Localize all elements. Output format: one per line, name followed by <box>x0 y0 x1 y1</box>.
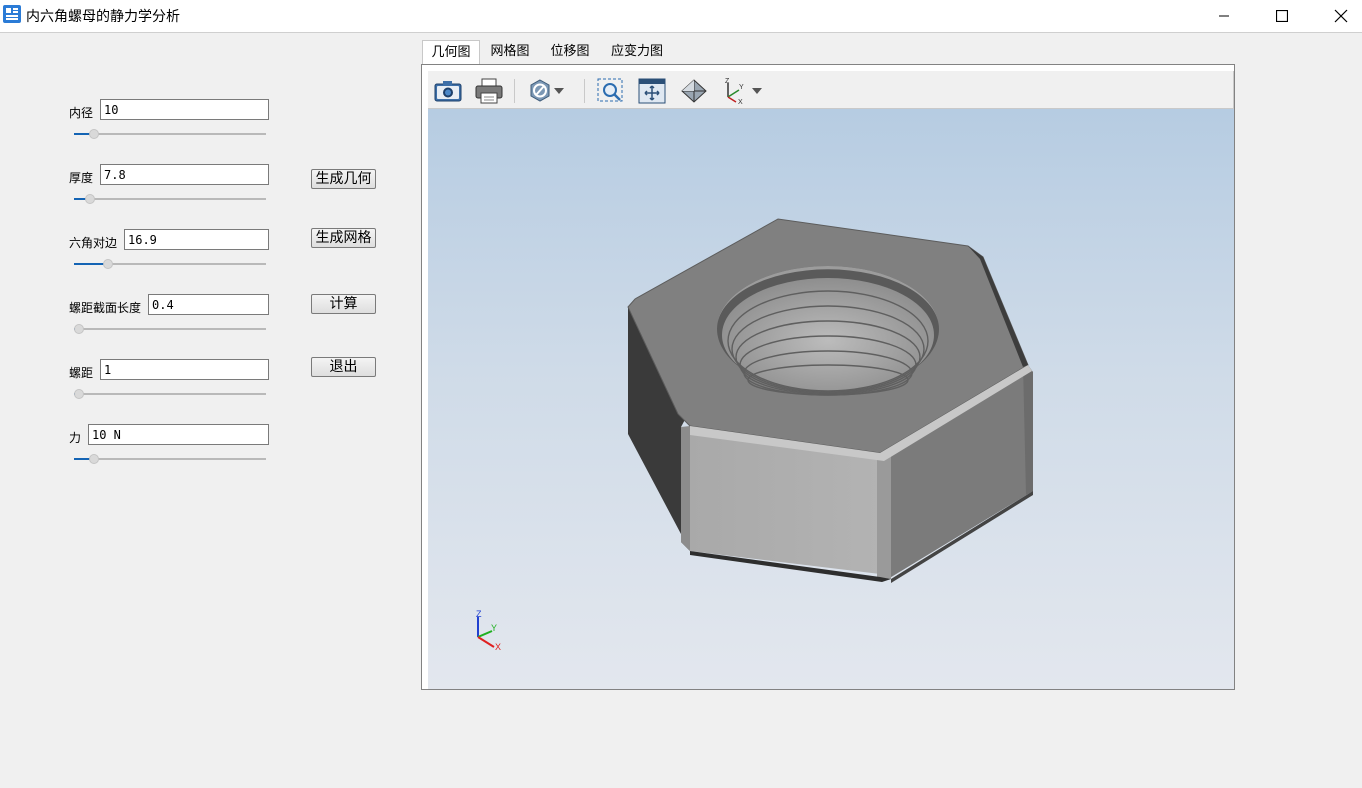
triad-x-label: X <box>495 642 501 652</box>
triad-y-axis <box>477 630 493 638</box>
maximize-button[interactable] <box>1259 0 1305 32</box>
viewer-toolbar: Z Y X <box>428 71 1234 109</box>
fit-all-icon <box>638 78 666 104</box>
hex-flats-input[interactable] <box>124 229 269 250</box>
tab-displacement[interactable]: 位移图 <box>542 40 598 64</box>
chevron-down-icon <box>752 88 762 94</box>
fit-all-button[interactable] <box>636 76 668 106</box>
force-input[interactable] <box>88 424 269 445</box>
exit-button[interactable]: 退出 <box>311 357 376 377</box>
slider-thumb[interactable] <box>84 194 95 204</box>
slider-thumb[interactable] <box>74 389 84 399</box>
display-mode-dropdown[interactable] <box>552 76 566 106</box>
tab-geometry[interactable]: 几何图 <box>422 40 480 64</box>
triad-z-label: Z <box>476 609 482 619</box>
print-button[interactable] <box>473 76 505 106</box>
svg-text:Y: Y <box>739 84 744 91</box>
slider-thumb[interactable] <box>88 129 99 139</box>
close-icon <box>1334 9 1348 23</box>
slider-thumb[interactable] <box>88 454 99 464</box>
chevron-down-icon <box>554 88 564 94</box>
tab-strain-stress[interactable]: 应变力图 <box>605 40 669 64</box>
inner-diameter-input[interactable] <box>100 99 269 120</box>
pitch-input[interactable] <box>100 359 269 380</box>
minimize-icon <box>1219 15 1229 17</box>
maximize-icon <box>1276 10 1288 22</box>
triad-y-label: Y <box>491 623 497 633</box>
zoom-window-icon <box>597 78 623 102</box>
app-icon <box>3 5 21 23</box>
close-button[interactable] <box>1318 0 1362 32</box>
inner-diameter-label: 内径 <box>69 106 94 120</box>
tab-mesh[interactable]: 网格图 <box>482 40 538 64</box>
screenshot-button[interactable] <box>432 76 464 106</box>
view-diamond-button[interactable] <box>678 76 710 106</box>
triad-x-axis <box>477 636 495 648</box>
force-slider[interactable] <box>74 453 266 465</box>
window-title: 内六角螺母的静力学分析 <box>26 9 180 25</box>
thickness-input[interactable] <box>100 164 269 185</box>
svg-text:X: X <box>738 99 743 105</box>
slider-thumb[interactable] <box>74 324 84 334</box>
camera-icon <box>434 81 462 102</box>
thread-section-length-input[interactable] <box>148 294 269 315</box>
title-bar: 内六角螺母的静力学分析 <box>0 0 1362 33</box>
minimize-button[interactable] <box>1201 0 1247 32</box>
hex-flats-slider[interactable] <box>74 258 266 270</box>
print-icon <box>475 78 503 104</box>
axes-view-icon: Z Y X <box>725 78 744 105</box>
view-diamond-icon <box>681 79 707 103</box>
thread-section-length-label: 螺距截面长度 <box>69 301 142 315</box>
hex-nut-model <box>627 218 1033 583</box>
thickness-label: 厚度 <box>69 171 94 185</box>
pitch-label: 螺距 <box>69 366 94 380</box>
thread-section-length-slider[interactable] <box>74 323 266 335</box>
3d-viewer[interactable]: Z Y X Z Y X <box>421 64 1235 690</box>
zoom-window-button[interactable] <box>595 76 627 106</box>
axis-triad: Z Y X <box>476 609 501 652</box>
3d-scene[interactable]: Z Y X <box>428 109 1234 689</box>
compute-button[interactable]: 计算 <box>311 294 376 314</box>
thickness-slider[interactable] <box>74 193 266 205</box>
generate-mesh-button[interactable]: 生成网格 <box>311 228 376 248</box>
generate-geometry-button[interactable]: 生成几何 <box>311 169 376 189</box>
pitch-slider[interactable] <box>74 388 266 400</box>
hex-flats-label: 六角对边 <box>69 236 118 250</box>
force-label: 力 <box>69 431 82 445</box>
svg-text:Z: Z <box>725 78 730 85</box>
inner-diameter-slider[interactable] <box>74 128 266 140</box>
axes-view-button[interactable]: Z Y X <box>718 76 750 106</box>
axes-view-dropdown[interactable] <box>750 76 764 106</box>
slider-thumb[interactable] <box>103 259 114 269</box>
